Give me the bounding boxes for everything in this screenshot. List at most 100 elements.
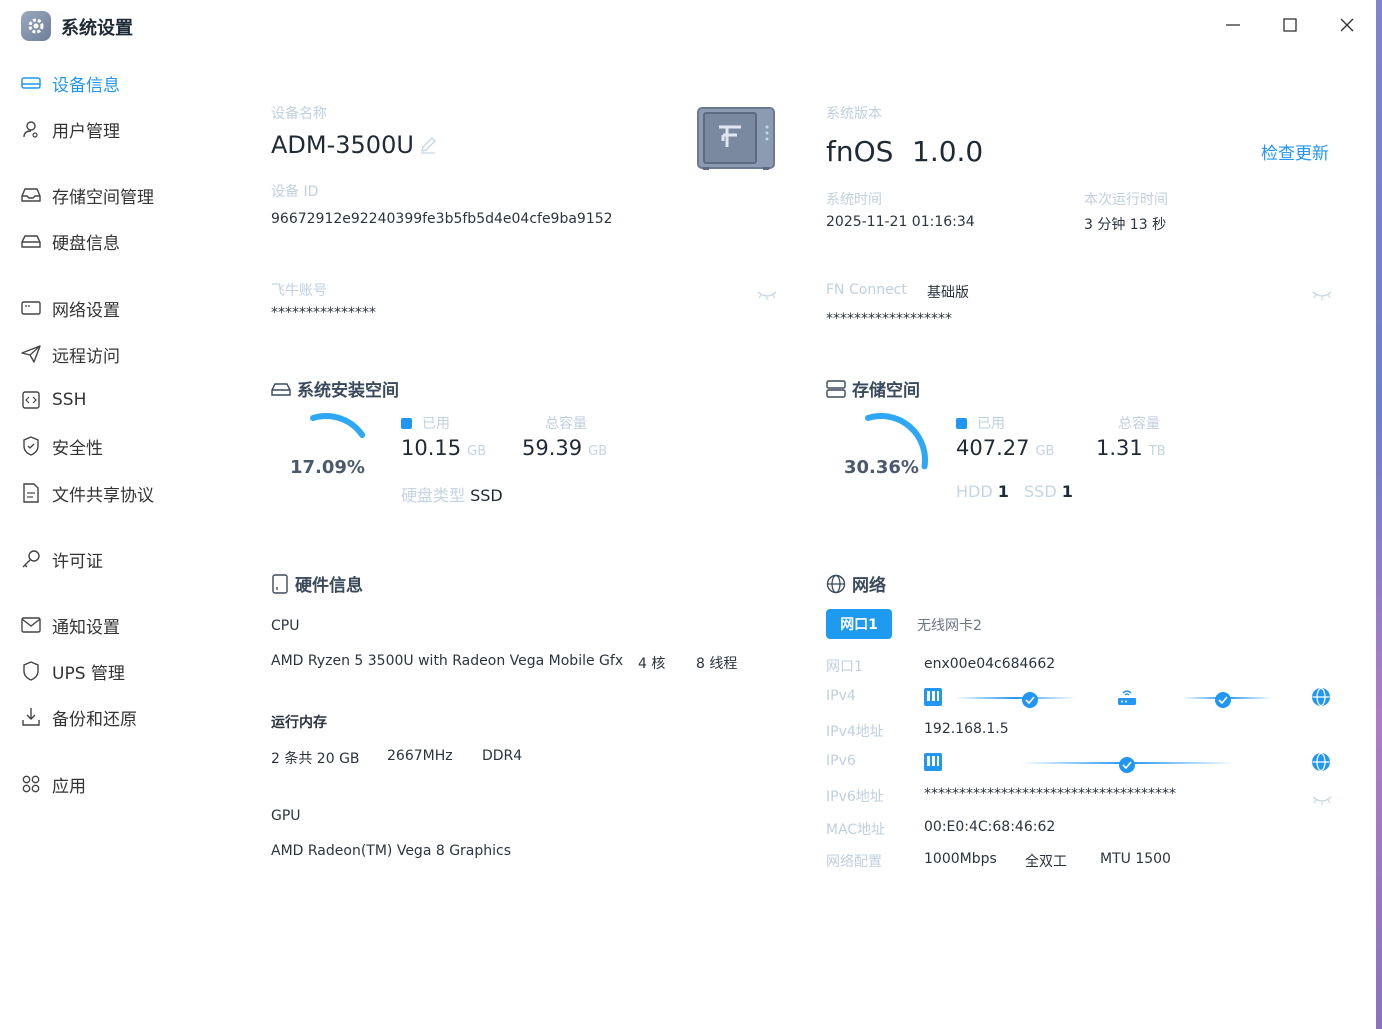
drive-icon <box>20 230 42 252</box>
link-speed: 1000Mbps <box>924 851 997 867</box>
sidebar-item-storage[interactable]: 存储空间管理 <box>20 180 154 210</box>
system-time-label: 系统时间 <box>826 192 882 208</box>
install-total-unit: GB <box>588 444 608 459</box>
tab-port1[interactable]: 网口1 <box>826 609 892 639</box>
hdd-label: HDD <box>956 482 993 501</box>
hdd-count: 1 <box>997 482 1009 501</box>
inbox-icon <box>20 184 42 206</box>
port-label: 网口1 <box>826 659 863 675</box>
nic-icon <box>923 752 943 776</box>
eye-closed-icon[interactable] <box>757 286 777 300</box>
mac-value: 00:E0:4C:68:46:62 <box>924 819 1056 835</box>
tab-wireless2[interactable]: 无线网卡2 <box>917 615 982 635</box>
close-button[interactable] <box>1333 12 1361 38</box>
storage-total-number: 1.31 <box>1096 436 1143 460</box>
install-space-title: 系统安装空间 <box>271 376 399 401</box>
sidebar-item-label: 许可证 <box>52 551 103 572</box>
ipv4-link-line <box>955 697 1075 699</box>
ipv4-label: IPv4 <box>826 688 856 704</box>
cpu-label: CPU <box>271 618 300 634</box>
drive-icon <box>271 381 291 397</box>
device-id: 96672912e92240399fe3b5fb5d4e04cfe9ba9152 <box>271 211 613 227</box>
sidebar-item-users[interactable]: 用户管理 <box>20 114 120 144</box>
user-icon <box>20 118 42 140</box>
storage-title: 存储空间 <box>826 376 920 401</box>
sidebar-item-disks[interactable]: 硬盘信息 <box>20 226 120 256</box>
sidebar-item-label: 网络设置 <box>52 300 120 321</box>
gpu-model: AMD Radeon(TM) Vega 8 Graphics <box>271 843 512 859</box>
window-title: 系统设置 <box>61 18 133 39</box>
sidebar-item-file-sharing[interactable]: 文件共享协议 <box>20 478 154 508</box>
shield-icon <box>20 435 42 457</box>
download-icon <box>20 706 42 728</box>
network-title: 网络 <box>826 571 886 596</box>
check-update-link[interactable]: 检查更新 <box>1261 139 1329 164</box>
check-icon <box>1022 692 1038 708</box>
storage-used-unit: GB <box>1035 444 1055 459</box>
install-total-value: 59.39 GB <box>522 436 607 460</box>
globe-icon <box>826 574 846 594</box>
port-value: enx00e04c684662 <box>924 656 1056 672</box>
account-value: *************** <box>271 305 376 321</box>
sidebar-item-backup[interactable]: 备份和还原 <box>20 702 137 732</box>
phone-icon <box>271 573 289 594</box>
maximize-button[interactable] <box>1276 12 1304 38</box>
cpu-cores: 4 核 <box>638 656 666 672</box>
ipv4-addr: 192.168.1.5 <box>924 721 1009 737</box>
disk-counts: HDD 1 SSD 1 <box>956 482 1073 501</box>
sidebar-item-label: 文件共享协议 <box>52 485 154 506</box>
cpu-threads: 8 线程 <box>696 656 738 672</box>
ssd-count: 1 <box>1061 482 1073 501</box>
hardware-title: 硬件信息 <box>271 571 363 596</box>
sidebar-item-ups[interactable]: UPS 管理 <box>20 656 125 686</box>
code-icon <box>20 389 42 411</box>
sidebar-item-security[interactable]: 安全性 <box>20 431 103 461</box>
sidebar-item-ssh[interactable]: SSH <box>20 385 86 415</box>
sidebar-item-license[interactable]: 许可证 <box>20 544 103 574</box>
uptime-value: 3 分钟 13 秒 <box>1084 217 1167 233</box>
check-icon <box>1119 757 1135 773</box>
gear-icon <box>21 11 51 41</box>
sidebar-item-label: 用户管理 <box>52 121 120 142</box>
file-icon <box>20 482 42 504</box>
router-icon <box>1117 688 1137 710</box>
storage-total-value: 1.31 TB <box>1096 436 1166 460</box>
disk-type-label: 硬盘类型 <box>401 486 466 505</box>
storage-used-legend: 已用 <box>956 413 1005 433</box>
net-config-label: 网络配置 <box>826 854 882 870</box>
storage-percent: 30.36% <box>844 457 919 478</box>
sidebar-item-label: 安全性 <box>52 438 103 459</box>
monitor-icon <box>20 72 42 94</box>
edit-icon[interactable] <box>419 136 437 158</box>
os-version: 1.0.0 <box>912 135 984 168</box>
sidebar-item-apps[interactable]: 应用 <box>20 769 86 799</box>
storage-total-label: 总容量 <box>1118 416 1160 432</box>
fn-connect-plan: 基础版 <box>927 285 969 301</box>
ram-type: DDR4 <box>482 748 523 764</box>
install-space-percent: 17.09% <box>290 457 365 478</box>
install-used-unit: GB <box>467 444 487 459</box>
sidebar-item-label: 备份和还原 <box>52 709 137 730</box>
sidebar-item-label: UPS 管理 <box>52 663 125 684</box>
sidebar-item-remote[interactable]: 远程访问 <box>20 339 120 369</box>
fn-connect-label: FN Connect <box>826 282 907 298</box>
system-time: 2025-11-21 01:16:34 <box>826 214 975 230</box>
hardware-title-text: 硬件信息 <box>295 576 363 596</box>
storage-total-unit: TB <box>1148 444 1166 459</box>
sidebar-item-label: 存储空间管理 <box>52 187 154 208</box>
ipv4-addr-label: IPv4地址 <box>826 724 884 740</box>
install-total-label: 总容量 <box>545 416 587 432</box>
ipv6-label: IPv6 <box>826 753 856 769</box>
sidebar-item-notifications[interactable]: 通知设置 <box>20 610 120 640</box>
storage-used-value: 407.27 GB <box>956 436 1054 460</box>
eye-closed-icon[interactable] <box>1312 286 1332 300</box>
storage-icon <box>826 379 846 398</box>
network-title-text: 网络 <box>852 576 886 596</box>
sidebar-item-network[interactable]: 网络设置 <box>20 293 120 323</box>
os-name: fnOS <box>826 135 894 168</box>
network-icon <box>20 297 42 319</box>
eye-closed-icon[interactable] <box>1312 791 1332 805</box>
storage-title-text: 存储空间 <box>852 381 920 401</box>
minimize-button[interactable] <box>1219 12 1247 38</box>
sidebar-item-device-info[interactable]: 设备信息 <box>20 68 120 98</box>
